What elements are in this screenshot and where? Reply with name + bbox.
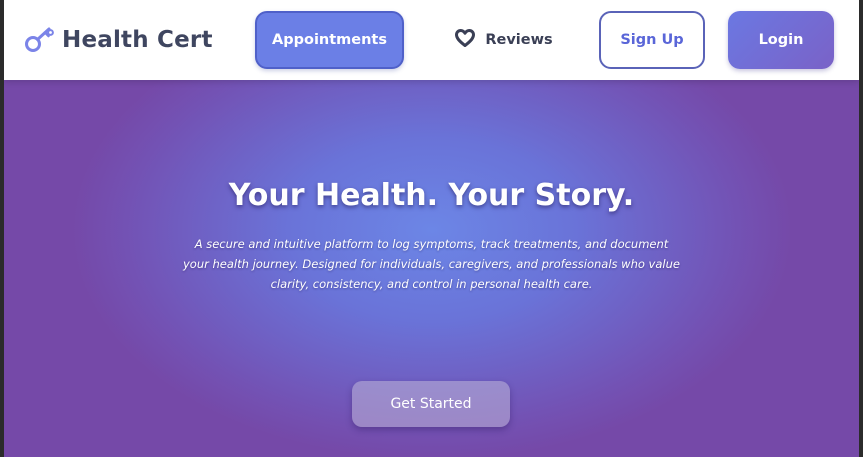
heart-icon <box>455 29 476 51</box>
hero-title: Your Health. Your Story. <box>228 178 635 213</box>
brand-logo[interactable]: Health Cert <box>24 22 213 58</box>
navbar: Health Cert Appointments Reviews Sign Up… <box>4 0 859 80</box>
app-frame: Health Cert Appointments Reviews Sign Up… <box>4 0 859 457</box>
login-label: Login <box>758 32 804 48</box>
reviews-button[interactable]: Reviews <box>444 11 564 69</box>
get-started-button[interactable]: Get Started <box>352 381 510 427</box>
key-icon <box>24 26 56 54</box>
brand-name: Health Cert <box>62 27 213 53</box>
appointments-label: Appointments <box>272 32 387 48</box>
login-button[interactable]: Login <box>728 11 834 69</box>
signup-label: Sign Up <box>620 32 684 48</box>
hero-description: A secure and intuitive platform to log s… <box>183 237 680 291</box>
appointments-button[interactable]: Appointments <box>255 11 404 69</box>
hero-section: Your Health. Your Story. A secure and in… <box>4 80 859 457</box>
signup-button[interactable]: Sign Up <box>599 11 705 69</box>
reviews-label: Reviews <box>485 32 553 48</box>
